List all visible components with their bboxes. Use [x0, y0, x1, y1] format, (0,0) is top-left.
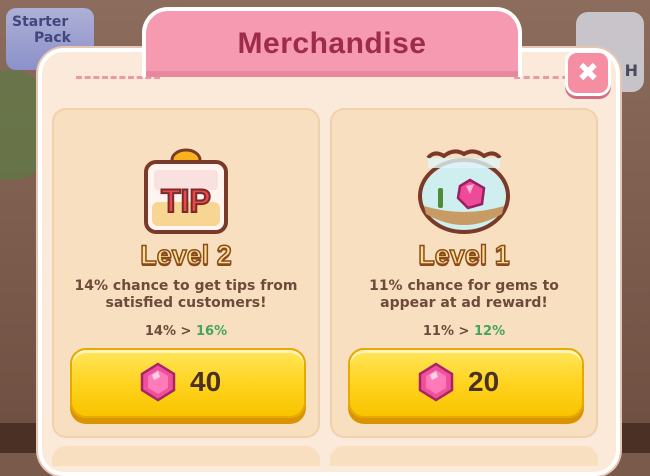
- right-badge-label: H: [624, 61, 638, 80]
- tip-arrow: >: [180, 324, 192, 339]
- tip-description-line1: 14% chance to get tips from: [74, 278, 298, 294]
- svg-text:TIP: TIP: [161, 183, 211, 219]
- merch-card-fishbowl: Level 1 11% chance for gems to appear at…: [330, 108, 598, 438]
- fishbowl-next-value: 12%: [473, 324, 506, 339]
- starter-pack-label-line1: Starter: [12, 14, 69, 30]
- tip-level: Level 2: [139, 239, 232, 271]
- tip-upgrade-values: 14% > 16%: [52, 324, 320, 339]
- fishbowl-description: 11% chance for gems to appear at ad rewa…: [342, 278, 586, 312]
- tip-jar-icon: TIP: [136, 144, 236, 236]
- tip-current-value: 14%: [144, 324, 177, 339]
- next-card-partial: [52, 446, 320, 466]
- tip-next-value: 16%: [195, 324, 228, 339]
- next-card-partial: [330, 446, 598, 466]
- modal-title: Merchandise: [237, 27, 427, 60]
- pink-gem-icon: [140, 362, 176, 402]
- fishbowl-description-line2: appear at ad reward!: [380, 295, 548, 311]
- fishbowl-arrow: >: [458, 324, 470, 339]
- fishbowl-current-value: 11%: [422, 324, 455, 339]
- title-tab: Merchandise: [142, 7, 522, 77]
- tip-description-line2: satisfied customers!: [105, 295, 267, 311]
- tip-price: 40: [190, 366, 222, 397]
- starter-pack-label-line2: Pack: [34, 30, 71, 46]
- tip-description: 14% chance to get tips from satisfied cu…: [64, 278, 308, 312]
- close-icon: ✖: [577, 58, 599, 88]
- gem-fishbowl-icon: [414, 144, 514, 236]
- pink-gem-icon: [418, 362, 454, 402]
- close-button[interactable]: ✖: [565, 50, 611, 96]
- tip-upgrade-button[interactable]: 40: [70, 348, 306, 418]
- fishbowl-description-line1: 11% chance for gems to: [369, 278, 559, 294]
- merch-card-tip: TIP Level 2 14% chance to get tips from …: [52, 108, 320, 438]
- fishbowl-price: 20: [468, 366, 500, 397]
- fishbowl-level: Level 1: [417, 239, 510, 271]
- fishbowl-upgrade-button[interactable]: 20: [348, 348, 584, 418]
- fishbowl-upgrade-values: 11% > 12%: [330, 324, 598, 339]
